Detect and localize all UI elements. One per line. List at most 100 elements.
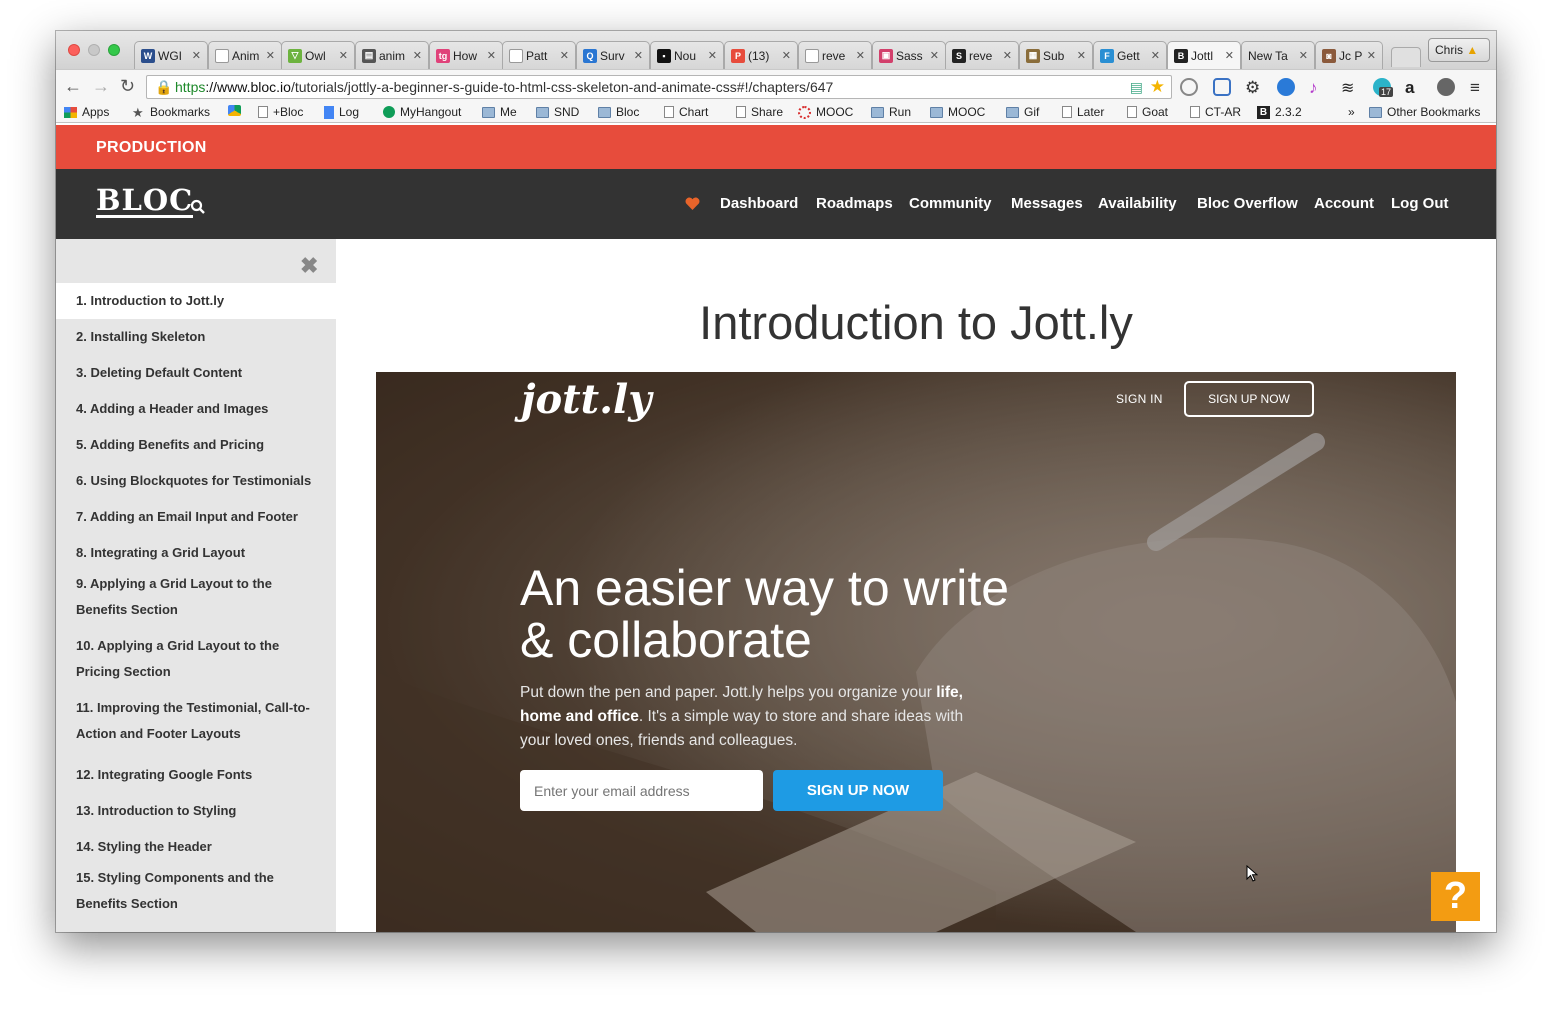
other-bookmarks[interactable]: Other Bookmarks xyxy=(1369,105,1480,119)
tab-close-icon[interactable]: ✕ xyxy=(782,49,791,62)
bookmark-3[interactable] xyxy=(228,105,246,116)
search-icon[interactable] xyxy=(190,199,206,215)
bookmark-14[interactable]: MOOC xyxy=(930,105,985,119)
tab-close-icon[interactable]: ✕ xyxy=(192,49,201,62)
nav-link-availability[interactable]: Availability xyxy=(1098,195,1177,212)
tab-9[interactable]: P (13) ✕ xyxy=(724,41,798,69)
nav-link-dashboard[interactable]: Dashboard xyxy=(720,195,798,212)
chapter-item-6[interactable]: 6. Using Blockquotes for Testimonials xyxy=(56,463,336,499)
chapter-item-2[interactable]: 2. Installing Skeleton xyxy=(56,319,336,355)
chapter-item-13[interactable]: 13. Introduction to Styling xyxy=(56,793,336,829)
nav-link-community[interactable]: Community xyxy=(909,195,992,212)
profile-button[interactable]: Chris ▲ xyxy=(1428,38,1490,62)
tab-close-icon[interactable]: ✕ xyxy=(413,49,422,62)
chapter-item-8[interactable]: 8. Integrating a Grid Layout xyxy=(56,535,336,571)
bookmark-2[interactable]: ★ Bookmarks xyxy=(132,105,210,119)
bookmark-10[interactable]: Chart xyxy=(664,105,708,119)
tab-16[interactable]: New Ta ✕ xyxy=(1241,41,1315,69)
sign-up-header-button[interactable]: SIGN UP NOW xyxy=(1184,381,1314,417)
tab-1[interactable]: W WGI ✕ xyxy=(134,41,208,69)
close-window-button[interactable] xyxy=(68,44,80,56)
tab-close-icon[interactable]: ✕ xyxy=(1225,49,1234,62)
tab-close-icon[interactable]: ✕ xyxy=(634,49,643,62)
chapter-item-11[interactable]: 11. Improving the Testimonial, Call-to-A… xyxy=(56,695,336,747)
heart-icon[interactable] xyxy=(685,197,700,211)
bookmark-19[interactable]: B 2.3.2 xyxy=(1257,105,1302,119)
chapter-item-14[interactable]: 14. Styling the Header xyxy=(56,829,336,865)
minimize-window-button[interactable] xyxy=(88,44,100,56)
zoom-window-button[interactable] xyxy=(108,44,120,56)
compass-extension-icon[interactable] xyxy=(1437,78,1455,96)
tab-close-icon[interactable]: ✕ xyxy=(1003,49,1012,62)
bookmark-17[interactable]: Goat xyxy=(1127,105,1168,119)
tab-11[interactable]: ▣ Sass ✕ xyxy=(872,41,946,69)
jottly-logo[interactable]: jott.ly xyxy=(521,376,651,423)
bookmark-15[interactable]: Gif xyxy=(1006,105,1039,119)
tab-close-icon[interactable]: ✕ xyxy=(339,49,348,62)
sign-up-button[interactable]: SIGN UP NOW xyxy=(773,770,943,811)
reader-icon[interactable]: ▤ xyxy=(1130,79,1143,96)
bookmark-star-icon[interactable]: ★ xyxy=(1150,77,1165,97)
chapter-item-7[interactable]: 7. Adding an Email Input and Footer xyxy=(56,499,336,535)
nav-link-account[interactable]: Account xyxy=(1314,195,1374,212)
bookmark-4[interactable]: +Bloc xyxy=(258,105,303,119)
nav-link-log-out[interactable]: Log Out xyxy=(1391,195,1448,212)
help-button[interactable]: ? xyxy=(1431,872,1480,921)
sync-extension-icon[interactable] xyxy=(1180,78,1198,96)
chapter-item-10[interactable]: 10. Applying a Grid Layout to the Pricin… xyxy=(56,633,336,685)
bookmark-9[interactable]: Bloc xyxy=(598,105,639,119)
tab-close-icon[interactable]: ✕ xyxy=(1367,49,1376,62)
bookmark-12[interactable]: MOOC xyxy=(798,105,853,119)
bookmark-6[interactable]: MyHangout xyxy=(383,105,461,119)
chapter-item-12[interactable]: 12. Integrating Google Fonts xyxy=(56,757,336,793)
reload-icon[interactable]: ↻ xyxy=(120,76,135,97)
menu-icon[interactable]: ≡ xyxy=(1470,78,1488,97)
tab-7[interactable]: Q Surv ✕ xyxy=(576,41,650,69)
tab-2[interactable]: Anim ✕ xyxy=(208,41,282,69)
tab-close-icon[interactable]: ✕ xyxy=(266,49,275,62)
bookmark-7[interactable]: Me xyxy=(482,105,517,119)
back-icon[interactable]: ← xyxy=(64,76,82,97)
tab-10[interactable]: reve ✕ xyxy=(798,41,872,69)
tab-close-icon[interactable]: ✕ xyxy=(487,49,496,62)
tab-close-icon[interactable]: ✕ xyxy=(1151,49,1160,62)
nav-link-messages[interactable]: Messages xyxy=(1011,195,1083,212)
bloc-logo[interactable]: BLOC xyxy=(96,185,194,218)
bookmark-5[interactable]: Log xyxy=(324,105,359,119)
tab-close-icon[interactable]: ✕ xyxy=(708,49,717,62)
chapter-item-5[interactable]: 5. Adding Benefits and Pricing xyxy=(56,427,336,463)
email-input[interactable] xyxy=(520,770,763,811)
forward-icon[interactable]: → xyxy=(92,76,110,97)
tab-13[interactable]: ▦ Sub ✕ xyxy=(1019,41,1093,69)
address-bar[interactable]: 🔒 https://www.bloc.io/tutorials/jottly-a… xyxy=(146,75,1172,99)
tab-17[interactable]: ◙ Jc P ✕ xyxy=(1315,41,1383,69)
tab-6[interactable]: Patt ✕ xyxy=(502,41,576,69)
chapter-item-3[interactable]: 3. Deleting Default Content xyxy=(56,355,336,391)
globe-extension-icon[interactable] xyxy=(1277,78,1295,96)
tab-4[interactable]: ▤ anim ✕ xyxy=(355,41,429,69)
tab-14[interactable]: F Gett ✕ xyxy=(1093,41,1167,69)
bookmark-16[interactable]: Later xyxy=(1062,105,1104,119)
tab-close-icon[interactable]: ✕ xyxy=(930,49,939,62)
bookmark-8[interactable]: SND xyxy=(536,105,579,119)
more-bookmarks-chevron[interactable]: » xyxy=(1348,105,1355,119)
bookmark-1[interactable]: Apps xyxy=(64,105,109,119)
bookmark-11[interactable]: Share xyxy=(736,105,783,119)
tab-close-icon[interactable]: ✕ xyxy=(1299,49,1308,62)
tab-5[interactable]: tg How ✕ xyxy=(429,41,503,69)
close-sidebar-icon[interactable]: ✖ xyxy=(300,253,318,279)
music-note-icon[interactable]: ♪ xyxy=(1309,78,1327,97)
chapter-item-15[interactable]: 15. Styling Components and the Benefits … xyxy=(56,865,336,917)
chapter-item-9[interactable]: 9. Applying a Grid Layout to the Benefit… xyxy=(56,571,336,623)
tab-3[interactable]: ▽ Owl ✕ xyxy=(281,41,355,69)
chapter-item-4[interactable]: 4. Adding a Header and Images xyxy=(56,391,336,427)
bookmark-13[interactable]: Run xyxy=(871,105,911,119)
tab-12[interactable]: Sreve ✕ xyxy=(945,41,1019,69)
nav-link-bloc-overflow[interactable]: Bloc Overflow xyxy=(1197,195,1298,212)
sign-in-link[interactable]: SIGN IN xyxy=(1116,392,1163,406)
tab-8[interactable]: ▪ Nou ✕ xyxy=(650,41,724,69)
tab-close-icon[interactable]: ✕ xyxy=(856,49,865,62)
layers-extension-icon[interactable]: ≋ xyxy=(1341,78,1359,97)
ghost-extension-icon[interactable]: 17 xyxy=(1373,78,1394,97)
new-tab-button[interactable] xyxy=(1391,47,1421,67)
